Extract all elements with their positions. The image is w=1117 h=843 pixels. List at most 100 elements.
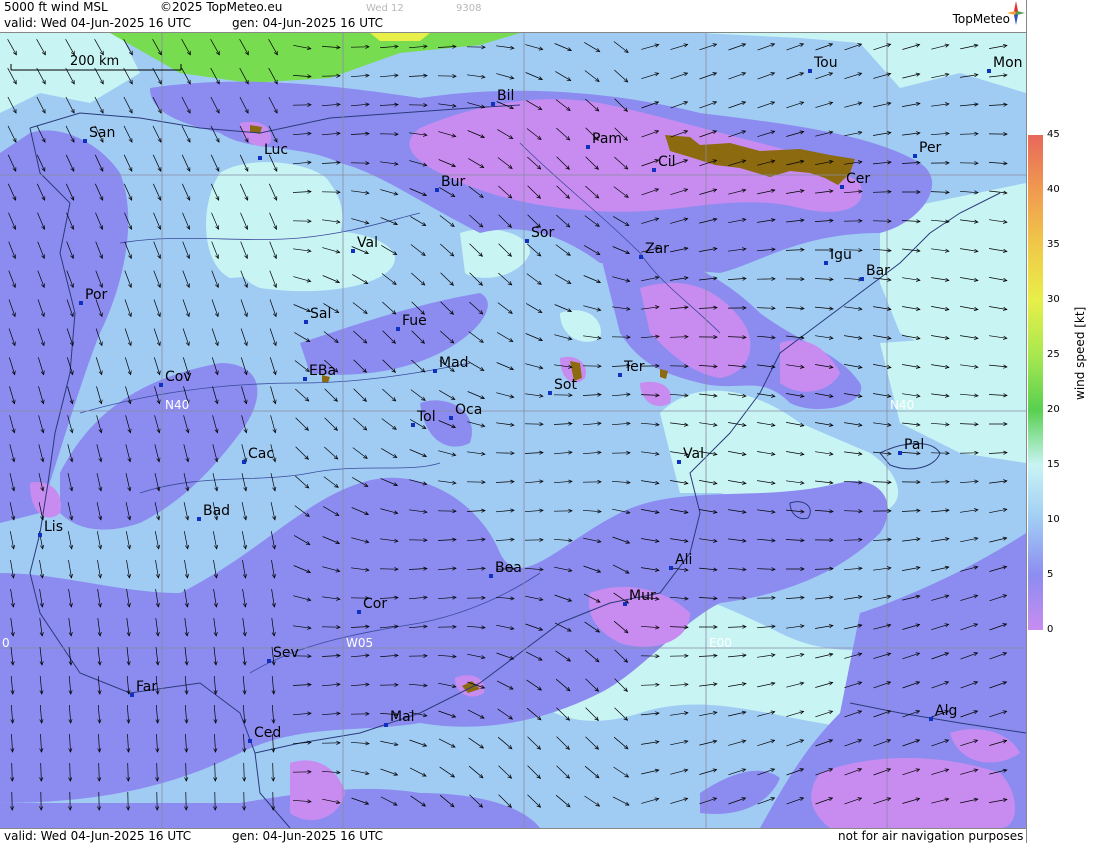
colorbar-tick: 20 xyxy=(1047,404,1060,415)
grid-label-w05: W05 xyxy=(346,636,373,650)
city-label: Por xyxy=(85,287,108,303)
city-label: Pam xyxy=(592,131,622,147)
city-label: Alg xyxy=(935,703,957,719)
colorbar-block xyxy=(1028,300,1043,355)
city-label: Bad xyxy=(203,503,230,519)
grid-label-e00: E00 xyxy=(709,636,732,650)
city-marker xyxy=(586,145,590,149)
city-label: Fue xyxy=(402,313,427,329)
colorbar-legend: 45 40 35 30 25 20 15 10 5 0 wind speed [kt] xyxy=(1026,0,1117,843)
city-label: Bea xyxy=(495,560,522,576)
city-marker xyxy=(824,261,828,265)
footer-valid-time: valid: Wed 04-Jun-2025 16 UTC xyxy=(4,829,192,843)
city-label: Cil xyxy=(658,154,676,170)
wind-zone-30kt-sliver xyxy=(370,33,430,41)
compass-star-icon xyxy=(1007,1,1025,25)
city-label: Val xyxy=(357,235,378,251)
city-label: Bar xyxy=(866,263,890,279)
city-label: Mad xyxy=(439,355,469,371)
city-marker xyxy=(808,69,812,73)
city-label: Luc xyxy=(264,142,288,158)
city-marker xyxy=(267,659,271,663)
city-label: Bur xyxy=(441,174,465,190)
city-marker xyxy=(913,154,917,158)
city-marker xyxy=(79,301,83,305)
city-label: Pal xyxy=(904,437,924,453)
valid-time: valid: Wed 04-Jun-2025 16 UTC xyxy=(4,16,192,30)
faint-day: Wed 12 xyxy=(366,3,404,14)
city-marker xyxy=(840,185,844,189)
map-title: 5000 ft wind MSL xyxy=(4,0,108,14)
grid-label-w10: 0 xyxy=(2,636,10,650)
colorbar-tick: 30 xyxy=(1047,294,1060,305)
city-label: Lis xyxy=(44,519,63,535)
footer-generated-time: gen: 04-Jun-2025 16 UTC xyxy=(232,829,384,843)
city-marker xyxy=(197,517,201,521)
city-marker xyxy=(303,377,307,381)
city-marker xyxy=(248,739,252,743)
city-marker xyxy=(435,188,439,192)
city-marker xyxy=(639,255,643,259)
copyright: ©2025 TopMeteo.eu xyxy=(160,0,283,14)
city-label: Sot xyxy=(554,377,577,393)
city-label: Ter xyxy=(623,359,645,375)
city-marker xyxy=(929,717,933,721)
colorbar-block xyxy=(1028,190,1043,245)
city-marker xyxy=(384,723,388,727)
city-marker xyxy=(357,610,361,614)
city-label: Oca xyxy=(455,402,482,418)
city-marker xyxy=(491,102,495,106)
city-marker xyxy=(623,602,627,606)
city-label: Per xyxy=(919,140,942,156)
city-marker xyxy=(130,693,134,697)
city-label: Mon xyxy=(993,55,1023,71)
city-label: Tol xyxy=(416,409,436,425)
city-marker xyxy=(677,460,681,464)
city-label: Sal xyxy=(310,306,331,322)
city-marker xyxy=(38,533,42,537)
city-marker xyxy=(618,373,622,377)
generated-time: gen: 04-Jun-2025 16 UTC xyxy=(232,16,384,30)
city-marker xyxy=(159,383,163,387)
city-label: Cac xyxy=(248,446,274,462)
city-marker xyxy=(652,168,656,172)
colorbar-block xyxy=(1028,245,1043,300)
city-marker xyxy=(449,416,453,420)
grid-label-n40-left: N40 xyxy=(165,398,189,412)
city-marker xyxy=(83,139,87,143)
city-label: Val xyxy=(683,446,704,462)
colorbar-block xyxy=(1028,135,1043,190)
city-label: Bil xyxy=(497,88,514,104)
city-label: Zar xyxy=(645,241,669,257)
colorbar-tick: 35 xyxy=(1047,239,1060,250)
city-label: Cor xyxy=(363,596,387,612)
city-marker xyxy=(242,460,246,464)
header-bar: 5000 ft wind MSL ©2025 TopMeteo.eu Wed 1… xyxy=(0,0,1026,33)
city-marker xyxy=(548,391,552,395)
city-marker xyxy=(860,277,864,281)
city-label: Cer xyxy=(846,171,870,187)
topmeteo-logo-text: TopMeteo xyxy=(952,12,1010,26)
city-marker xyxy=(351,249,355,253)
colorbar-tick: 40 xyxy=(1047,184,1060,195)
city-marker xyxy=(396,327,400,331)
colorbar-tick: 5 xyxy=(1047,569,1054,580)
colorbar-tick: 25 xyxy=(1047,349,1060,360)
colorbar-block xyxy=(1028,355,1043,410)
city-marker xyxy=(669,566,673,570)
city-label: Ced xyxy=(254,725,281,741)
city-label: Mal xyxy=(390,709,415,725)
colorbar-title: wind speed [kt] xyxy=(1073,306,1087,400)
city-label: Sor xyxy=(531,225,554,241)
city-label: Far xyxy=(136,679,157,695)
city-label: Igu xyxy=(830,247,852,263)
city-marker xyxy=(411,423,415,427)
city-marker xyxy=(304,320,308,324)
scale-bar-label: 200 km xyxy=(70,54,119,69)
wind-map: N40 N40 W05 E00 0 200 km Tou Mon Bil San Pam… xyxy=(0,33,1026,828)
colorbar-block xyxy=(1028,465,1043,520)
city-label: Tou xyxy=(813,55,838,71)
city-label: EBa xyxy=(309,363,336,379)
colorbar-tick: 0 xyxy=(1047,624,1054,635)
faint-code: 9308 xyxy=(456,3,482,14)
